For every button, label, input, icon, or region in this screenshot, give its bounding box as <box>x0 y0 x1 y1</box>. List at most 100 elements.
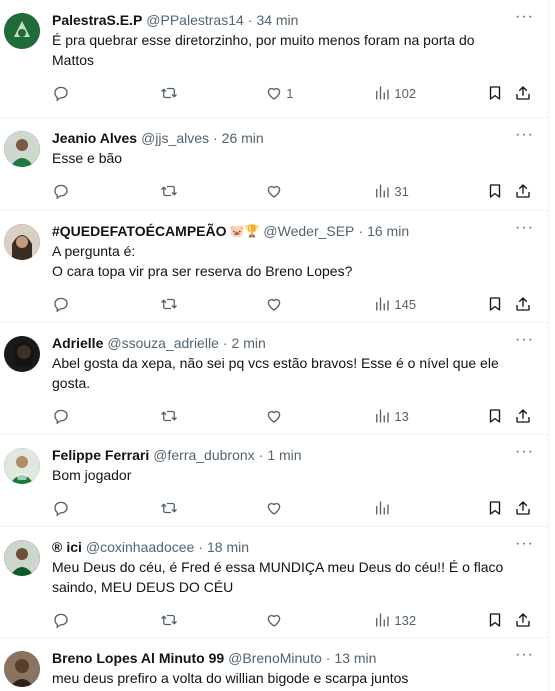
views-button[interactable] <box>373 499 486 517</box>
views-button[interactable]: 102 <box>373 84 486 102</box>
tweet-text: Esse e bão <box>52 150 123 166</box>
reply-button[interactable] <box>52 84 160 102</box>
views-button[interactable]: 13 <box>373 407 486 425</box>
like-button[interactable] <box>265 499 373 517</box>
author-handle[interactable]: @PPalestras14 <box>146 10 243 30</box>
share-icon <box>516 501 530 515</box>
author-name[interactable]: Breno Lopes Al Minuto 99 <box>52 648 224 668</box>
reply-icon <box>54 86 68 102</box>
author-handle[interactable]: @jjs_alves <box>141 128 209 148</box>
more-options-icon[interactable]: ··· <box>515 647 534 663</box>
retweet-button[interactable] <box>160 407 265 425</box>
like-button[interactable] <box>265 182 373 200</box>
reply-icon <box>54 184 68 200</box>
tweet-actions <box>52 493 532 523</box>
more-options-icon[interactable]: ··· <box>515 536 534 552</box>
timestamp[interactable]: 13 min <box>334 648 376 668</box>
author-name[interactable]: Felippe Ferrari <box>52 445 149 465</box>
timestamp[interactable]: 18 min <box>207 537 249 557</box>
author-name[interactable]: PalestraS.E.P <box>52 10 142 30</box>
author-name[interactable]: #QUEDEFATOÉCAMPEÃO <box>52 221 227 241</box>
timestamp[interactable]: 2 min <box>232 333 266 353</box>
avatar[interactable] <box>4 224 40 260</box>
author-name[interactable]: Adrielle <box>52 333 103 353</box>
retweet-button[interactable] <box>160 611 265 629</box>
views-button[interactable]: 31 <box>373 182 486 200</box>
share-button[interactable] <box>514 407 532 425</box>
bookmark-icon <box>490 297 501 311</box>
share-button[interactable] <box>514 182 532 200</box>
views-button[interactable]: 145 <box>373 295 486 313</box>
more-options-icon[interactable]: ··· <box>515 332 534 348</box>
retweet-button[interactable] <box>160 295 265 313</box>
tweet-text: Bom jogador <box>52 467 132 483</box>
views-icon <box>376 184 390 198</box>
bookmark-button[interactable] <box>486 407 514 425</box>
retweet-icon <box>161 87 177 99</box>
share-button[interactable] <box>514 84 532 102</box>
retweet-icon <box>161 502 177 514</box>
bookmark-button[interactable] <box>486 499 514 517</box>
reply-button[interactable] <box>52 611 160 629</box>
tweet-actions: 1 102 <box>52 78 532 108</box>
tweet-text: É pra quebrar esse diretorzinho, por mui… <box>52 32 475 68</box>
views-button[interactable]: 132 <box>373 611 486 629</box>
like-button[interactable] <box>265 611 373 629</box>
like-button[interactable] <box>265 407 373 425</box>
tweet-actions: 132 <box>52 605 532 635</box>
more-options-icon[interactable]: ··· <box>515 9 534 25</box>
tweet-header: Breno Lopes Al Minuto 99 @BrenoMinuto · … <box>52 638 532 668</box>
author-handle[interactable]: @ferra_dubronx <box>153 445 254 465</box>
bookmark-button[interactable] <box>486 182 514 200</box>
author-handle[interactable]: @BrenoMinuto <box>228 648 322 668</box>
author-handle[interactable]: @ssouza_adrielle <box>107 333 219 353</box>
retweet-button[interactable] <box>160 499 265 517</box>
bookmark-button[interactable] <box>486 295 514 313</box>
tweet[interactable]: #QUEDEFATOÉCAMPEÃO 🐷🏆 @Weder_SEP · 16 mi… <box>0 211 548 323</box>
share-button[interactable] <box>514 611 532 629</box>
timestamp[interactable]: 1 min <box>267 445 301 465</box>
reply-button[interactable] <box>52 295 160 313</box>
bookmark-button[interactable] <box>486 611 514 629</box>
retweet-button[interactable] <box>160 182 265 200</box>
retweet-icon <box>161 410 177 422</box>
tweet[interactable]: Jeanio Alves @jjs_alves · 26 min ··· Ess… <box>0 118 548 211</box>
tweet-header: PalestraS.E.P @PPalestras14 · 34 min <box>52 0 532 30</box>
share-button[interactable] <box>514 499 532 517</box>
timestamp[interactable]: 26 min <box>222 128 264 148</box>
tweet-header: Felippe Ferrari @ferra_dubronx · 1 min <box>52 435 532 465</box>
tweet[interactable]: Adrielle @ssouza_adrielle · 2 min ··· Ab… <box>0 323 548 435</box>
share-button[interactable] <box>514 295 532 313</box>
more-options-icon[interactable]: ··· <box>515 444 534 460</box>
avatar[interactable] <box>4 651 40 687</box>
like-button[interactable] <box>265 295 373 313</box>
reply-button[interactable] <box>52 499 160 517</box>
avatar[interactable] <box>4 336 40 372</box>
timestamp[interactable]: 34 min <box>256 10 298 30</box>
retweet-button[interactable] <box>160 84 265 102</box>
author-name[interactable]: ici <box>66 537 82 557</box>
reply-button[interactable] <box>52 407 160 425</box>
tweet[interactable]: ® ici @coxinhaadocee · 18 min ··· Meu De… <box>0 527 548 638</box>
bookmark-button[interactable] <box>486 84 514 102</box>
separator-dot: · <box>258 447 264 463</box>
timestamp[interactable]: 16 min <box>367 221 409 241</box>
author-handle[interactable]: @coxinhaadocee <box>86 537 194 557</box>
avatar[interactable] <box>4 13 40 49</box>
tweet[interactable]: Breno Lopes Al Minuto 99 @BrenoMinuto · … <box>0 638 548 691</box>
avatar[interactable] <box>4 448 40 484</box>
share-icon <box>516 613 530 627</box>
more-options-icon[interactable]: ··· <box>515 220 534 236</box>
avatar[interactable] <box>4 540 40 576</box>
retweet-icon <box>161 298 177 310</box>
reply-button[interactable] <box>52 182 160 200</box>
avatar[interactable] <box>4 131 40 167</box>
tweet[interactable]: PalestraS.E.P @PPalestras14 · 34 min ···… <box>0 0 548 118</box>
name-prefix: ® <box>52 539 63 555</box>
author-handle[interactable]: @Weder_SEP <box>263 221 354 241</box>
author-name[interactable]: Jeanio Alves <box>52 128 137 148</box>
share-icon <box>516 184 530 198</box>
more-options-icon[interactable]: ··· <box>515 127 534 143</box>
like-button[interactable]: 1 <box>265 84 373 102</box>
tweet[interactable]: Felippe Ferrari @ferra_dubronx · 1 min ·… <box>0 435 548 527</box>
